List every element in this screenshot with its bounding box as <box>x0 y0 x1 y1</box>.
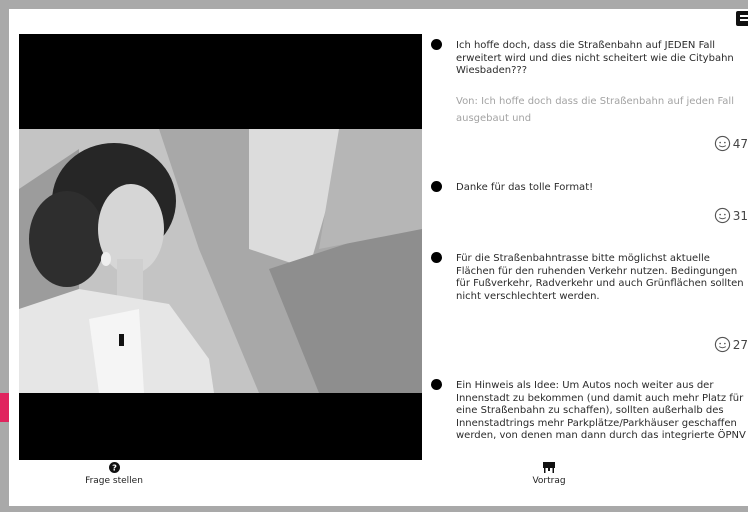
ask-question-button[interactable]: ? Frage stellen <box>69 462 159 486</box>
question-circle-icon: ? <box>108 462 120 473</box>
ask-question-label: Frage stellen <box>85 476 143 486</box>
bullet-dot <box>431 252 442 263</box>
like-count: 27 <box>732 337 748 352</box>
like-counter[interactable]: 47 <box>714 135 748 152</box>
bullet-dot <box>431 39 442 50</box>
presentation-icon <box>543 462 555 473</box>
smiley-icon <box>714 207 730 224</box>
talk-label: Vortrag <box>532 476 566 486</box>
speaker-video-frame <box>19 129 422 393</box>
like-counter[interactable]: 31 <box>714 207 748 224</box>
comment-text: Ein Hinweis als Idee: Um Autos noch weit… <box>456 380 746 441</box>
comment-list[interactable]: Ich hoffe doch, dass die Straßenbahn auf… <box>427 9 748 476</box>
bullet-dot <box>431 181 442 192</box>
comment-text: Danke für das tolle Format! <box>456 182 594 193</box>
smiley-icon <box>714 336 730 353</box>
smiley-icon <box>714 135 730 152</box>
like-count: 47 <box>732 136 748 151</box>
talk-button[interactable]: Vortrag <box>509 462 589 486</box>
bullet-dot <box>431 379 442 390</box>
comment-text: Ich hoffe doch, dass die Straßenbahn auf… <box>456 40 734 76</box>
like-count: 31 <box>732 208 748 223</box>
comment-text: Für die Straßenbahntrasse bitte möglichs… <box>456 253 744 302</box>
video-player[interactable] <box>19 34 422 460</box>
app-window: Ich hoffe doch, dass die Straßenbahn auf… <box>9 9 748 506</box>
comment-from: Von: Ich hoffe doch dass die Straßenbahn… <box>456 96 734 124</box>
side-tab-marker[interactable] <box>0 393 9 422</box>
svg-text:?: ? <box>112 463 117 473</box>
like-counter[interactable]: 27 <box>714 336 748 353</box>
